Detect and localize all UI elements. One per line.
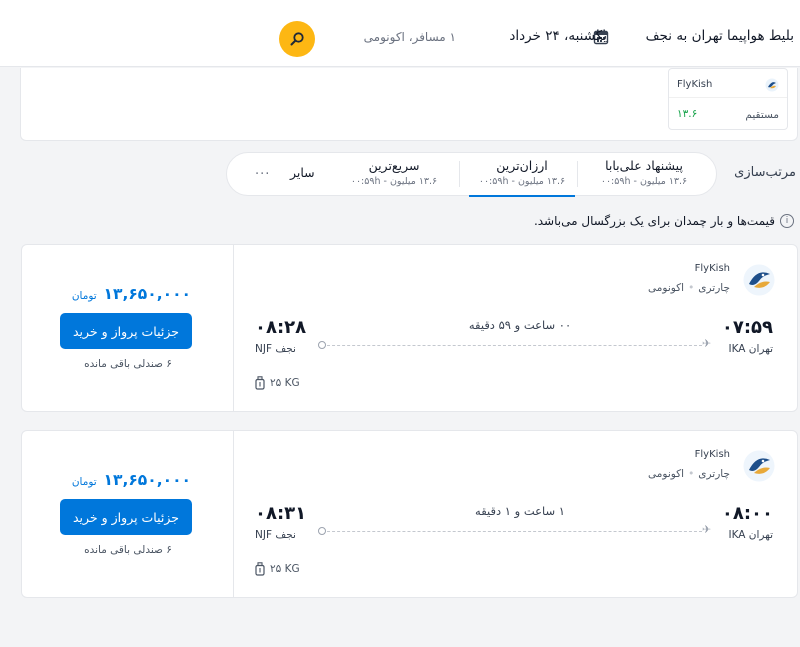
price-currency: تومان — [71, 290, 97, 302]
sort-option-other[interactable]: سایر — [290, 165, 315, 180]
flight-card[interactable]: ۱۳,۶۵۰,۰۰۰ تومان جزئیات پرواز و خرید ۶ ص… — [21, 430, 798, 598]
airline-name: FlyKish — [694, 263, 730, 274]
route-end-dot — [318, 527, 326, 535]
sort-option-sub: ۱۳.۶ میلیون - ۰۰:۵۹h — [600, 176, 688, 187]
flight-details-buy-button[interactable]: جزئیات پرواز و خرید — [60, 313, 192, 349]
divider — [459, 161, 460, 187]
sort-option-title: سریع‌ترین — [368, 158, 420, 173]
ticket-price: ۱۳,۶۵۰,۰۰۰ تومان — [72, 285, 191, 303]
search-icon — [290, 32, 304, 46]
price-column: ۱۳,۶۵۰,۰۰۰ تومان جزئیات پرواز و خرید ۶ ص… — [22, 245, 234, 411]
sort-option-sub: ۱۳.۶ میلیون - ۰۰:۵۹h — [478, 176, 566, 187]
passengers-field[interactable]: ۱ مسافر، اکونومی — [364, 30, 456, 44]
route-line — [322, 531, 702, 532]
airline-filter-panel: FlyKish مستقیم ۱۳.۶ — [20, 68, 798, 141]
price-amount: ۱۳,۶۵۰,۰۰۰ — [103, 471, 191, 489]
airline-logo-icon — [743, 264, 775, 296]
flight-class: اکونومی — [648, 282, 685, 294]
divider — [669, 97, 787, 98]
flight-duration: ۰۰ ساعت و ۵۹ دقیقه — [468, 318, 572, 332]
arrival-airport: نجف NJF — [255, 529, 296, 541]
arrival-time: ۰۸:۲۸ — [255, 317, 307, 338]
flight-details-buy-button[interactable]: جزئیات پرواز و خرید — [60, 499, 192, 535]
baggage-allowance: ۲۵ KG — [255, 376, 300, 390]
route-title[interactable]: بلیط هواپیما تهران به نجف — [646, 28, 794, 44]
airline-logo-icon — [743, 450, 775, 482]
airline-logo-icon — [765, 78, 779, 92]
search-button[interactable] — [279, 21, 315, 57]
flight-meta: چارتری•اکونومی — [648, 282, 730, 294]
departure-airport: تهران IKA — [728, 529, 773, 541]
sort-option-cheapest[interactable]: ارزان‌ترین ۱۳.۶ میلیون - ۰۰:۵۹h — [469, 157, 575, 197]
flight-class: اکونومی — [648, 468, 685, 480]
route-line — [322, 345, 702, 346]
airline-filter-card[interactable]: FlyKish مستقیم ۱۳.۶ — [668, 68, 788, 130]
departure-time: ۰۷:۵۹ — [721, 317, 773, 338]
departure-time: ۰۸:۰۰ — [721, 503, 773, 524]
airline-name: FlyKish — [677, 79, 713, 90]
flight-duration: ۱ ساعت و ۱ دقیقه — [475, 504, 565, 518]
divider — [577, 161, 578, 187]
info-icon: i — [780, 214, 794, 228]
flight-card[interactable]: ۱۳,۶۵۰,۰۰۰ تومان جزئیات پرواز و خرید ۶ ص… — [21, 244, 798, 412]
sort-option-recommended[interactable]: پیشنهاد علی‌بابا ۱۳.۶ میلیون - ۰۰:۵۹h — [585, 157, 703, 195]
sort-option-title: پیشنهاد علی‌بابا — [605, 158, 683, 173]
airline-name: FlyKish — [694, 449, 730, 460]
ticket-price: ۱۳,۶۵۰,۰۰۰ تومان — [72, 471, 191, 489]
baggage-weight: ۲۵ KG — [270, 563, 300, 575]
plane-icon: ✈ — [702, 337, 712, 350]
stop-type: مستقیم — [745, 109, 779, 121]
arrival-airport: نجف NJF — [255, 343, 296, 355]
seats-remaining: ۶ صندلی باقی مانده — [84, 544, 172, 556]
price-note-text: قیمت‌ها و بار چمدان برای یک بزرگسال می‌ب… — [533, 214, 775, 228]
departure-airport: تهران IKA — [728, 343, 773, 355]
baggage-weight: ۲۵ KG — [270, 377, 300, 389]
price-column: ۱۳,۶۵۰,۰۰۰ تومان جزئیات پرواز و خرید ۶ ص… — [22, 431, 234, 597]
baggage-allowance: ۲۵ KG — [255, 562, 300, 576]
sort-label: مرتب‌سازی — [734, 165, 796, 180]
price-currency: تومان — [71, 476, 97, 488]
plane-icon: ✈ — [702, 523, 712, 536]
seats-remaining: ۶ صندلی باقی مانده — [84, 358, 172, 370]
price-note: i قیمت‌ها و بار چمدان برای یک بزرگسال می… — [534, 214, 794, 228]
flight-type: چارتری — [698, 282, 730, 294]
top-search-bar: بلیط هواپیما تهران به نجف یکشنبه، ۲۴ خرد… — [0, 0, 800, 67]
arrival-time: ۰۸:۳۱ — [255, 503, 307, 524]
luggage-icon — [255, 562, 265, 576]
sort-option-fastest[interactable]: سریع‌ترین ۱۳.۶ میلیون - ۰۰:۵۹h — [339, 157, 449, 195]
airline-min-price: ۱۳.۶ — [677, 108, 698, 120]
flight-type: چارتری — [698, 468, 730, 480]
price-amount: ۱۳,۶۵۰,۰۰۰ — [103, 285, 191, 303]
more-options-icon[interactable]: ... — [255, 163, 270, 178]
luggage-icon — [255, 376, 265, 390]
date-field[interactable]: یکشنبه، ۲۴ خرداد — [509, 28, 607, 44]
route-end-dot — [318, 341, 326, 349]
sort-option-sub: ۱۳.۶ میلیون - ۰۰:۵۹h — [350, 176, 438, 187]
flight-meta: چارتری•اکونومی — [648, 468, 730, 480]
sort-option-title: ارزان‌ترین — [496, 158, 548, 173]
